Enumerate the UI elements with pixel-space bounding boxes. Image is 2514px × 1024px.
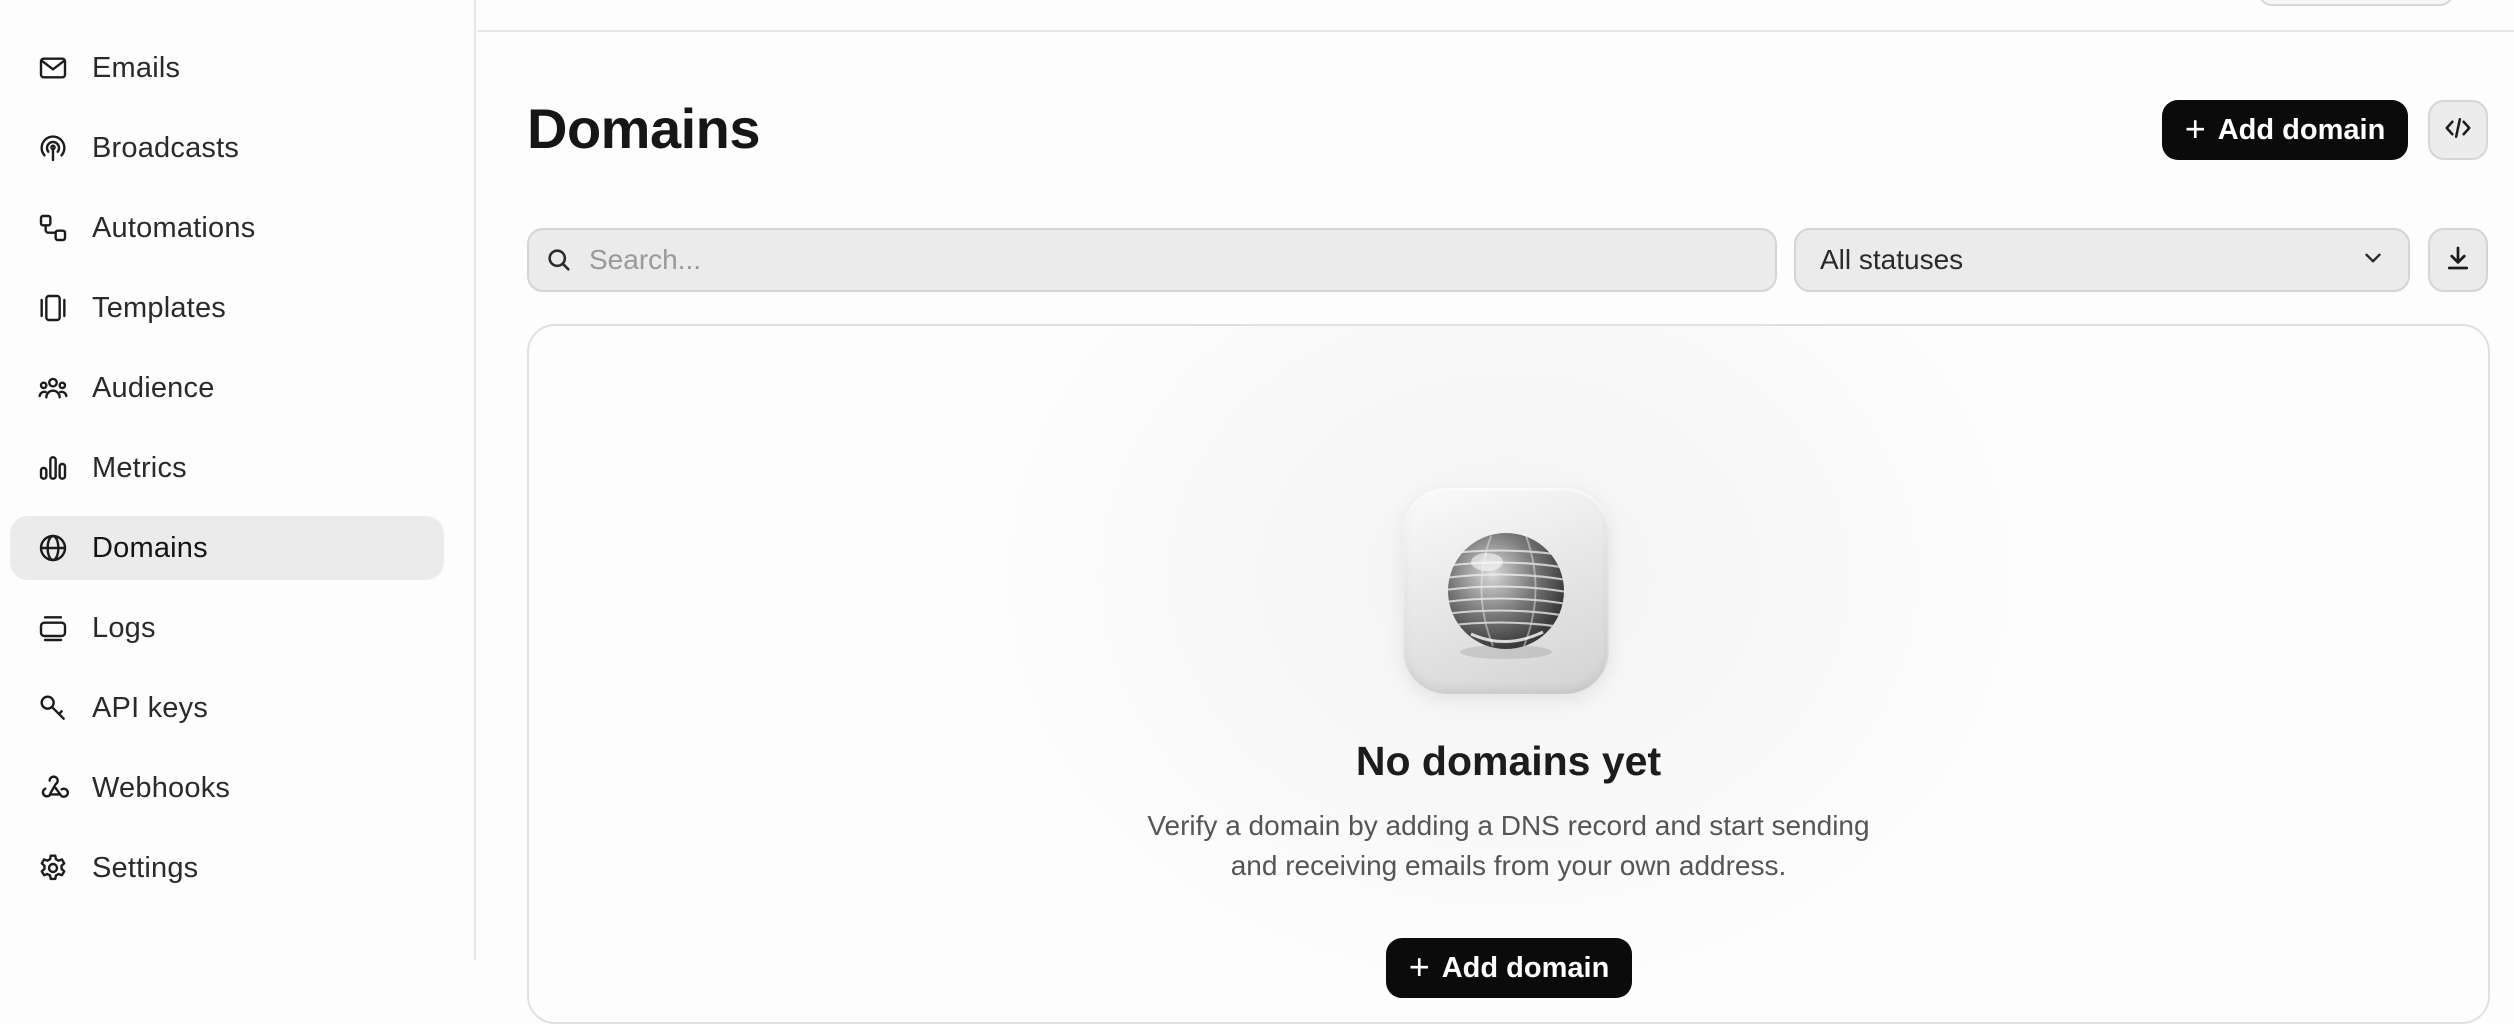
page-title: Domains [527,97,761,160]
audience-icon [34,369,72,407]
sidebar-item-label: Webhooks [92,771,231,804]
search-icon [545,245,575,275]
mail-icon [34,49,72,87]
search-input[interactable] [587,243,1775,277]
sidebar: Emails Broadcasts Automations Templates … [0,0,476,960]
code-icon [2443,113,2473,148]
top-bar [478,0,2514,32]
logs-icon [34,609,72,647]
sidebar-item-label: Templates [92,291,226,324]
top-bar-button[interactable] [2258,0,2454,6]
sidebar-item-logs[interactable]: Logs [10,596,444,660]
empty-state-add-domain-label: Add domain [1441,951,1610,984]
sidebar-item-label: Audience [92,371,215,404]
key-icon [34,689,72,727]
templates-icon [34,289,72,327]
empty-state-card: No domains yet Verify a domain by adding… [527,324,2490,1024]
sidebar-item-audience[interactable]: Audience [10,356,444,420]
sidebar-item-webhooks[interactable]: Webhooks [10,756,444,820]
sidebar-item-label: Automations [92,211,256,244]
sidebar-item-domains[interactable]: Domains [10,516,444,580]
sidebar-item-label: Emails [92,51,181,84]
sidebar-item-label: Domains [92,531,208,564]
plus-icon: + [1408,945,1430,987]
status-filter-value: All statuses [1820,244,1964,275]
download-button[interactable] [2428,228,2488,292]
plus-icon: + [2184,107,2206,149]
sidebar-item-label: API keys [92,691,209,724]
sidebar-item-settings[interactable]: Settings [10,836,444,900]
sidebar-item-label: Settings [92,851,199,884]
sidebar-item-emails[interactable]: Emails [10,36,444,100]
globe-icon [34,529,72,567]
sidebar-item-label: Broadcasts [92,131,240,164]
broadcast-icon [34,129,72,167]
sidebar-item-templates[interactable]: Templates [10,276,444,340]
webhook-icon [34,769,72,807]
download-icon [2443,243,2473,278]
add-domain-button[interactable]: + Add domain [2162,100,2408,160]
sidebar-item-broadcasts[interactable]: Broadcasts [10,116,444,180]
empty-state-description: Verify a domain by adding a DNS record a… [1147,810,1870,881]
sidebar-item-automations[interactable]: Automations [10,196,444,260]
empty-state-title: No domains yet [1355,738,1662,784]
empty-state-add-domain-button[interactable]: + Add domain [1386,938,1632,998]
status-filter-select[interactable]: All statuses [1794,228,2410,292]
chevron-down-icon [2360,245,2386,276]
globe-illustration [1403,488,1609,694]
add-domain-label: Add domain [2217,113,2386,146]
automation-icon [34,209,72,247]
sidebar-item-api-keys[interactable]: API keys [10,676,444,740]
sidebar-item-metrics[interactable]: Metrics [10,436,444,500]
search-field[interactable] [527,228,1777,292]
gear-icon [34,849,72,887]
globe-icon [1448,533,1564,659]
code-button[interactable] [2428,100,2488,160]
sidebar-item-label: Logs [92,611,156,644]
metrics-icon [34,449,72,487]
sidebar-item-label: Metrics [92,451,187,484]
